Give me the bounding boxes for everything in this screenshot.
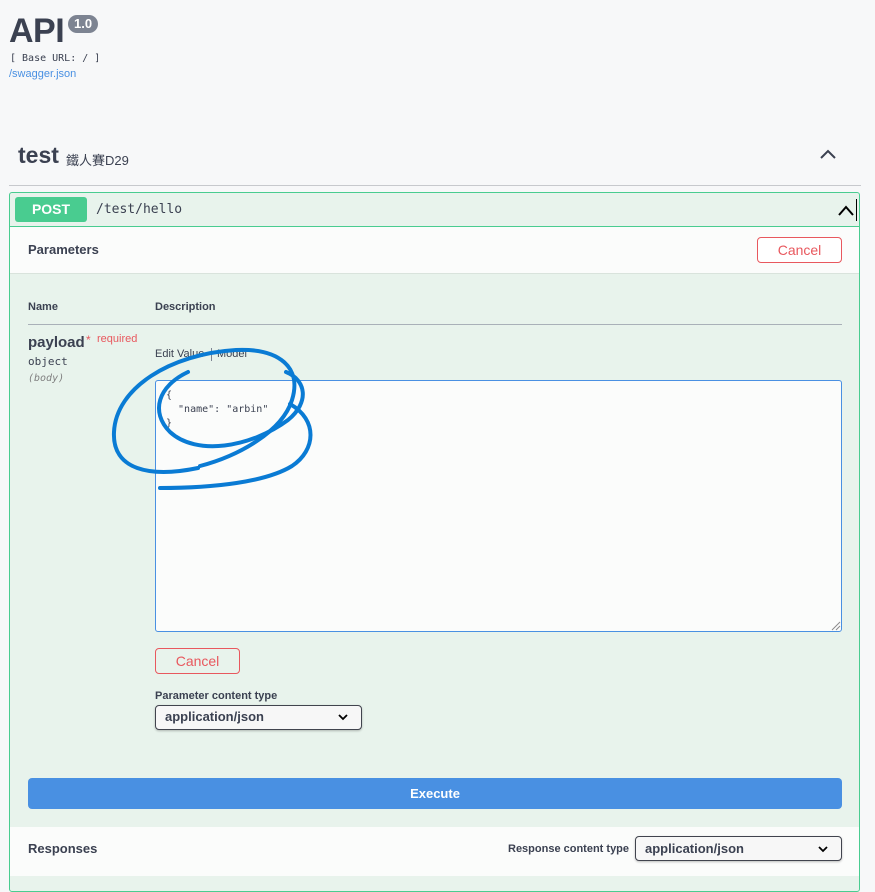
chevron-up-icon[interactable] <box>836 202 856 220</box>
response-content-type-label: Response content type <box>508 843 630 855</box>
tab-edit-value[interactable]: Edit Value <box>155 348 204 360</box>
parameters-header <box>10 227 859 274</box>
parameter-content-type-value: application/json <box>165 709 264 724</box>
cancel-button[interactable]: Cancel <box>757 237 842 263</box>
chevron-down-icon <box>338 714 348 721</box>
chevron-down-icon <box>818 846 828 853</box>
execute-button[interactable]: Execute <box>28 778 842 809</box>
body-value-editor[interactable]: { "name": "arbin" } <box>155 380 842 632</box>
required-label: required <box>97 333 138 345</box>
api-title: API <box>9 12 65 50</box>
required-star: * <box>86 333 91 347</box>
operation-path: /test/hello <box>96 202 183 217</box>
chevron-up-icon[interactable] <box>817 145 839 163</box>
method-badge: POST <box>15 197 87 222</box>
tab-model[interactable]: Model <box>217 348 247 360</box>
column-divider <box>28 324 842 325</box>
column-header-description: Description <box>155 301 216 313</box>
parameter-content-type-label: Parameter content type <box>155 690 278 702</box>
version-badge: 1.0 <box>68 15 99 33</box>
tag-description: 鐵人賽D29 <box>66 153 129 168</box>
column-header-name: Name <box>28 301 58 313</box>
swagger-json-link[interactable]: /swagger.json <box>9 68 76 80</box>
parameters-title: Parameters <box>28 242 99 257</box>
param-name: payload <box>28 334 85 351</box>
responses-title: Responses <box>28 841 98 856</box>
text-cursor <box>856 199 857 221</box>
tag-divider <box>9 185 861 186</box>
base-url: [ Base URL: / ] <box>10 53 101 64</box>
cancel-edit-button[interactable]: Cancel <box>155 648 240 674</box>
param-type: object <box>28 355 68 368</box>
tag-name[interactable]: test <box>18 142 59 169</box>
tab-separator <box>211 348 212 361</box>
response-content-type-value: application/json <box>645 841 744 856</box>
param-location: (body) <box>28 373 65 384</box>
resize-grip-icon[interactable] <box>831 621 841 631</box>
